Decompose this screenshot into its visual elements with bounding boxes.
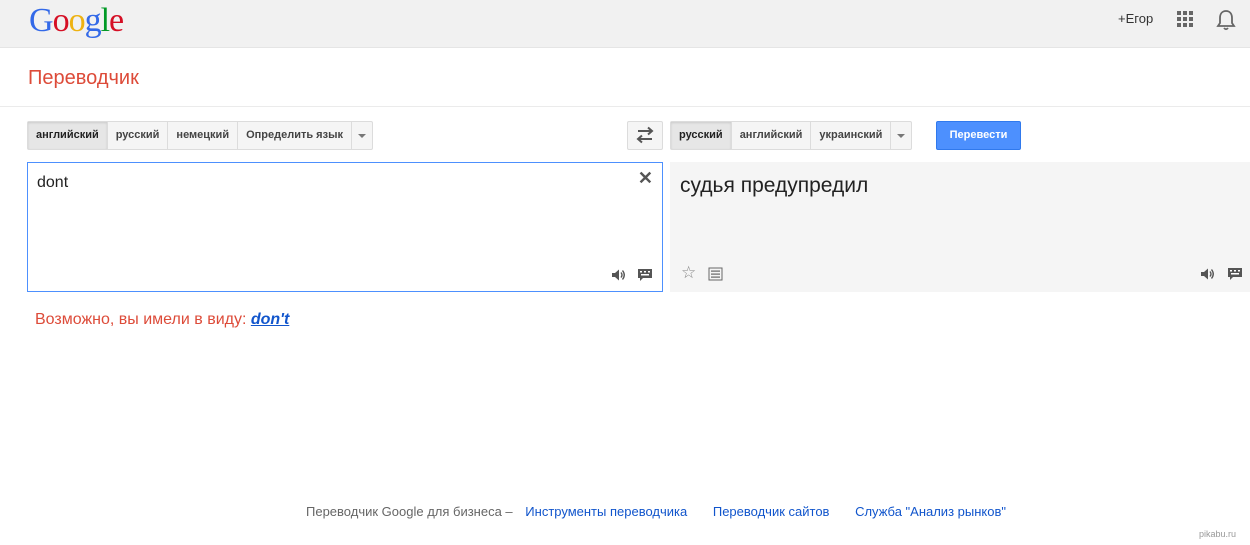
translation-text[interactable]: судья предупредил — [680, 174, 868, 198]
source-language-bar: английский русский немецкий Определить я… — [27, 121, 373, 150]
logo-letter: e — [109, 2, 124, 39]
translation-output: судья предупредил ☆ — [670, 162, 1250, 292]
footer-link-tools[interactable]: Инструменты переводчика — [525, 504, 687, 519]
source-lang-english[interactable]: английский — [28, 122, 108, 149]
source-text-area[interactable]: dont ✕ — [27, 162, 663, 292]
list-icon[interactable] — [708, 267, 723, 281]
target-lang-dropdown-icon[interactable] — [891, 122, 911, 149]
footer-link-websites[interactable]: Переводчик сайтов — [713, 504, 830, 519]
swap-languages-button[interactable] — [627, 121, 663, 150]
did-you-mean: Возможно, вы имели в виду: don't — [35, 310, 289, 330]
keyboard-icon[interactable] — [1227, 267, 1243, 281]
did-you-mean-link[interactable]: don't — [251, 311, 289, 328]
target-language-bar: русский английский украинский — [670, 121, 913, 150]
translate-button[interactable]: Перевести — [936, 121, 1021, 150]
speaker-icon[interactable] — [610, 267, 626, 283]
logo-letter: g — [84, 2, 102, 39]
footer: Переводчик Google для бизнеса – Инструме… — [306, 504, 1006, 520]
logo-letter: o — [68, 2, 86, 39]
footer-business-text: Переводчик Google для бизнеса – — [306, 504, 513, 519]
keyboard-icon[interactable] — [637, 268, 653, 282]
close-icon[interactable]: ✕ — [638, 169, 653, 187]
source-lang-russian[interactable]: русский — [108, 122, 169, 149]
target-lang-ukrainian[interactable]: украинский — [811, 122, 892, 149]
source-lang-german[interactable]: немецкий — [168, 122, 239, 149]
logo-letter: o — [52, 2, 70, 39]
swap-icon — [636, 126, 654, 144]
user-profile-link[interactable]: +Егор — [1118, 11, 1153, 27]
page-title: Переводчик — [28, 67, 139, 89]
speaker-icon[interactable] — [1199, 266, 1215, 282]
source-lang-dropdown-icon[interactable] — [352, 122, 372, 149]
target-lang-russian[interactable]: русский — [671, 122, 732, 149]
top-bar: Google +Егор — [0, 0, 1250, 48]
divider — [0, 106, 1250, 107]
google-logo[interactable]: Google — [29, 2, 124, 40]
did-you-mean-prefix: Возможно, вы имели в виду: — [35, 311, 247, 328]
star-icon[interactable]: ☆ — [681, 264, 696, 282]
source-text[interactable]: dont — [37, 174, 68, 192]
bell-icon[interactable] — [1216, 9, 1236, 31]
footer-link-market-analysis[interactable]: Служба "Анализ рынков" — [855, 504, 1006, 519]
watermark: pikabu.ru — [1199, 529, 1237, 539]
source-lang-detect[interactable]: Определить язык — [238, 122, 352, 149]
logo-letter: l — [100, 2, 111, 39]
apps-grid-icon[interactable] — [1177, 11, 1193, 27]
target-lang-english[interactable]: английский — [732, 122, 812, 149]
logo-letter: G — [29, 2, 54, 39]
